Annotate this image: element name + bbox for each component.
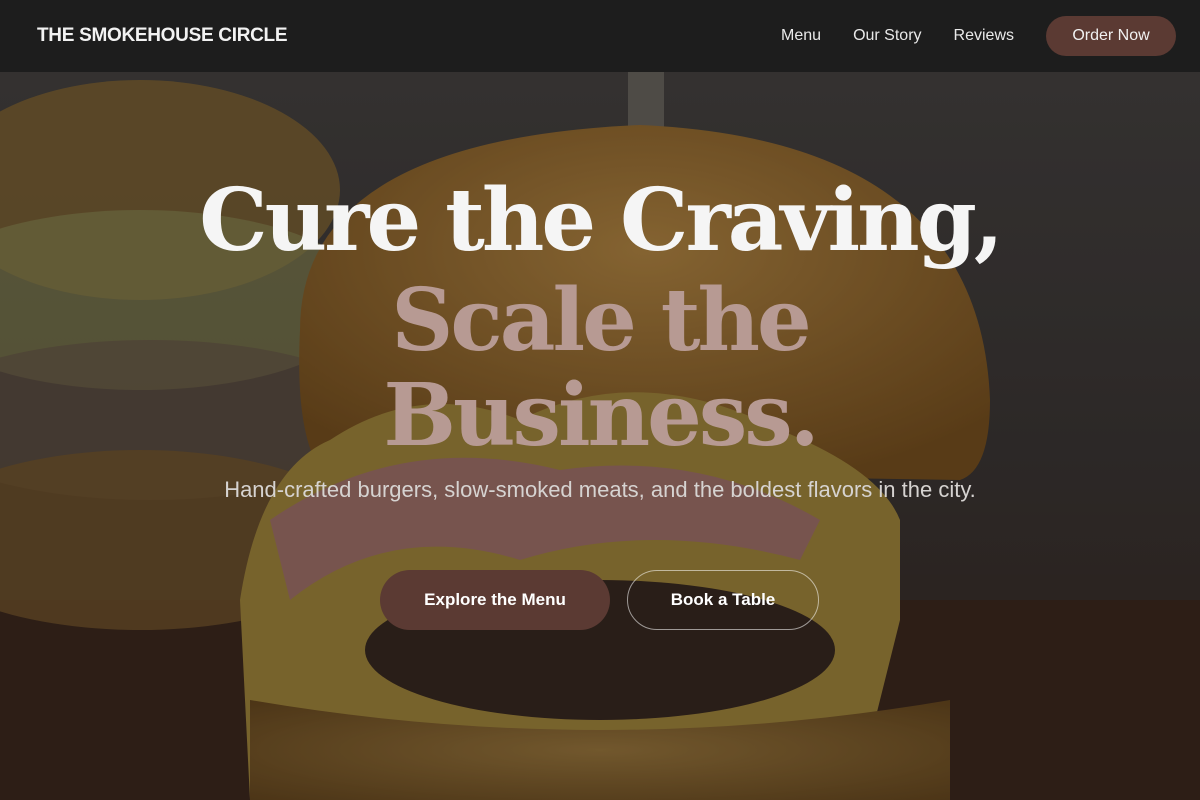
hero-subtitle: Hand-crafted burgers, slow-smoked meats,… [224, 477, 976, 502]
hero-headline-line-1: Cure the Craving, [199, 170, 1004, 271]
hero-headline-line-3: Business. [383, 365, 819, 466]
hero-section: Cure the Craving, Scale the Business. Ha… [0, 0, 1200, 800]
explore-menu-button[interactable]: Explore the Menu [380, 570, 610, 630]
hero-headline-line-2: Scale the [391, 270, 812, 371]
book-table-button[interactable]: Book a Table [627, 570, 819, 630]
